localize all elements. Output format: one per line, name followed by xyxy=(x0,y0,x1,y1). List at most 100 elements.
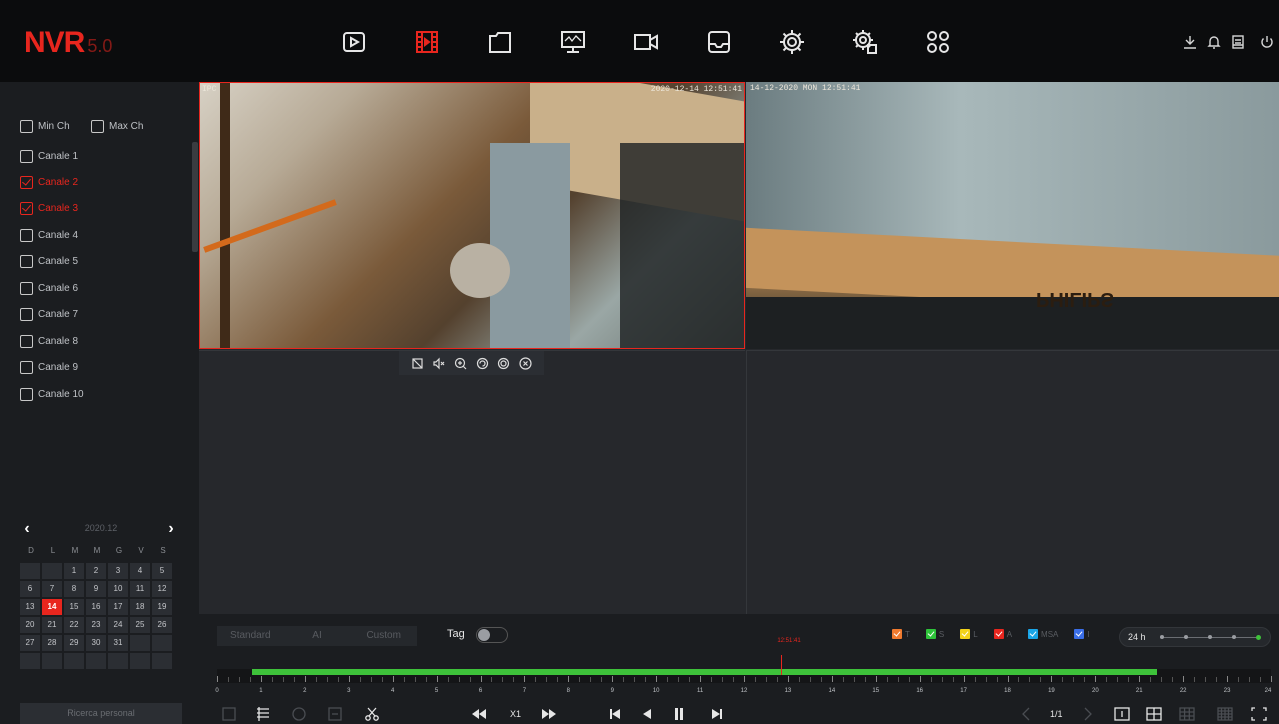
timeline-bar[interactable]: 12:51:41 xyxy=(217,638,1272,683)
pause-icon[interactable] xyxy=(671,707,687,721)
calendar-day[interactable]: 12 xyxy=(152,581,172,597)
tag-add-icon[interactable] xyxy=(327,707,343,721)
chevron-left-icon[interactable]: ‹ xyxy=(20,520,34,538)
rotate-icon[interactable] xyxy=(476,357,489,370)
skip-forward-icon[interactable] xyxy=(709,707,725,721)
chevron-left-icon[interactable] xyxy=(1019,707,1035,721)
calendar-day[interactable]: 15 xyxy=(64,599,84,615)
max-ch-checkbox[interactable]: Max Ch xyxy=(91,118,143,134)
layout-1-icon[interactable] xyxy=(1114,707,1130,721)
download-icon[interactable] xyxy=(1182,34,1198,50)
channel-item-1[interactable]: Canale 1 xyxy=(20,148,78,164)
layout-16-icon[interactable] xyxy=(1217,707,1233,721)
calendar-day[interactable]: 14 xyxy=(42,599,62,615)
calendar-day[interactable]: 19 xyxy=(152,599,172,615)
camera-view-1[interactable]: IPC 2020-12-14 12:51:41 xyxy=(199,82,745,349)
chevron-right-icon[interactable]: › xyxy=(164,520,178,538)
chevron-right-icon[interactable] xyxy=(1079,707,1095,721)
channel-item-10[interactable]: Canale 10 xyxy=(20,386,84,402)
min-ch-checkbox[interactable]: Min Ch xyxy=(20,118,70,134)
tab-ai[interactable]: AI xyxy=(284,626,351,646)
calendar-day[interactable]: 10 xyxy=(108,581,128,597)
calendar-day[interactable]: 26 xyxy=(152,617,172,633)
calendar-day[interactable]: 5 xyxy=(152,563,172,579)
legend-item[interactable]: A xyxy=(993,629,1012,639)
calendar-day[interactable]: 8 xyxy=(64,581,84,597)
channel-item-5[interactable]: Canale 5 xyxy=(20,253,78,269)
channel-item-8[interactable]: Canale 8 xyxy=(20,333,78,349)
channel-item-4[interactable]: Canale 4 xyxy=(20,227,78,243)
calendar-day[interactable]: 23 xyxy=(86,617,106,633)
channel-item-2[interactable]: Canale 2 xyxy=(20,174,78,190)
tab-custom[interactable]: Custom xyxy=(350,626,417,646)
fast-forward-icon[interactable] xyxy=(541,707,557,721)
bell-icon[interactable] xyxy=(1206,34,1222,50)
calendar-day[interactable]: 13 xyxy=(20,599,40,615)
channel-item-3[interactable]: Canale 3 xyxy=(20,200,78,216)
playhead[interactable]: 12:51:41 xyxy=(777,638,801,675)
calendar-day[interactable]: 28 xyxy=(42,635,62,651)
close-icon[interactable] xyxy=(519,356,532,370)
calendar-day[interactable]: 9 xyxy=(86,581,106,597)
legend-item[interactable]: I xyxy=(1074,629,1090,639)
playback-icon[interactable] xyxy=(340,28,368,56)
monitor-icon[interactable] xyxy=(559,28,587,56)
calendar-day[interactable]: 24 xyxy=(108,617,128,633)
video-clip-icon[interactable] xyxy=(413,28,441,56)
calendar-day[interactable]: 16 xyxy=(86,599,106,615)
calendar-day[interactable]: 7 xyxy=(42,581,62,597)
backup-icon[interactable] xyxy=(1230,34,1246,50)
list-icon[interactable] xyxy=(255,707,271,721)
legend-item[interactable]: T xyxy=(892,629,910,639)
clip-icon[interactable] xyxy=(221,707,237,721)
layout-9-icon[interactable] xyxy=(1179,707,1195,721)
calendar-day[interactable]: 6 xyxy=(20,581,40,597)
storage-icon[interactable] xyxy=(705,28,733,56)
layout-4-icon[interactable] xyxy=(1146,707,1162,721)
scissors-icon[interactable] xyxy=(364,707,380,721)
tab-standard[interactable]: Standard xyxy=(217,626,284,646)
camera-view-3[interactable] xyxy=(199,350,745,614)
calendar-day[interactable]: 3 xyxy=(108,563,128,579)
apps-grid-icon[interactable] xyxy=(924,28,952,56)
camera-icon[interactable] xyxy=(632,28,660,56)
crop-icon[interactable] xyxy=(411,357,424,370)
timeline-zoom[interactable]: 24 h xyxy=(1119,627,1271,647)
calendar-day[interactable]: 29 xyxy=(64,635,84,651)
mute-icon[interactable] xyxy=(433,357,446,370)
calendar-day[interactable]: 17 xyxy=(108,599,128,615)
channel-item-9[interactable]: Canale 9 xyxy=(20,359,78,375)
legend-item[interactable]: L xyxy=(960,629,978,639)
calendar-day[interactable]: 27 xyxy=(20,635,40,651)
channel-item-7[interactable]: Canale 7 xyxy=(20,306,78,322)
channel-item-6[interactable]: Canale 6 xyxy=(20,280,78,296)
camera-view-4[interactable] xyxy=(746,350,1279,614)
legend-item[interactable]: MSA xyxy=(1028,629,1058,639)
settings-icon[interactable] xyxy=(778,28,806,56)
camera-view-2[interactable]: PHILIPS 14-12-2020 MON 12:51:41 xyxy=(746,82,1279,349)
calendar-day[interactable]: 20 xyxy=(20,617,40,633)
reverse-play-icon[interactable] xyxy=(639,707,655,721)
skip-back-icon[interactable] xyxy=(607,707,623,721)
file-icon[interactable] xyxy=(486,28,514,56)
legend-item[interactable]: S xyxy=(925,629,944,639)
calendar-day[interactable]: 30 xyxy=(86,635,106,651)
calendar-day[interactable]: 22 xyxy=(64,617,84,633)
calendar-day[interactable]: 4 xyxy=(130,563,150,579)
lock-icon[interactable] xyxy=(291,707,307,721)
calendar-day[interactable]: 1 xyxy=(64,563,84,579)
calendar-day[interactable]: 2 xyxy=(86,563,106,579)
fullscreen-icon[interactable] xyxy=(1251,707,1267,721)
power-icon[interactable] xyxy=(1259,34,1275,50)
calendar-day[interactable]: 31 xyxy=(108,635,128,651)
lens-icon[interactable] xyxy=(497,357,510,370)
zoom-in-icon[interactable] xyxy=(454,357,467,370)
calendar-day[interactable]: 25 xyxy=(130,617,150,633)
rewind-icon[interactable] xyxy=(471,707,487,721)
calendar-day[interactable]: 18 xyxy=(130,599,150,615)
channel-list-scrollbar[interactable] xyxy=(192,142,198,252)
system-settings-icon[interactable] xyxy=(851,28,879,56)
custom-search-button[interactable]: Ricerca personal xyxy=(20,703,182,724)
tag-toggle[interactable] xyxy=(476,627,508,643)
calendar-day[interactable]: 21 xyxy=(42,617,62,633)
